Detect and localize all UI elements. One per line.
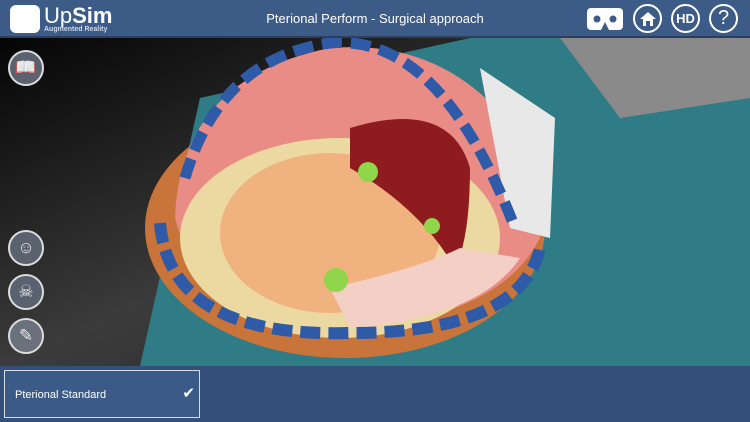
vr-headset-button[interactable] — [587, 8, 623, 30]
skull-icon: ☠ — [18, 282, 34, 301]
brain-layer-button[interactable]: ☺ — [8, 230, 44, 266]
home-button[interactable] — [633, 4, 662, 33]
approach-selector: Pterional Standard ✔ — [0, 366, 750, 422]
option-pterional-standard[interactable]: Pterional Standard ✔ — [4, 370, 200, 418]
skull-layer-button[interactable]: ☠ — [8, 274, 44, 310]
manual-button[interactable]: 📖 — [8, 50, 44, 86]
brain-head-icon: ☺ — [17, 238, 35, 257]
option-label: Pterional Standard — [15, 389, 107, 401]
surgery-step-button[interactable]: ✎ — [8, 318, 44, 354]
hd-button[interactable]: HD — [671, 4, 700, 33]
surgical-model — [0, 37, 750, 366]
vr-headset-icon — [593, 15, 617, 30]
surgical-3d-view[interactable]: 📖 ☺ ☠ ✎ — [0, 37, 750, 366]
checkmark-icon: ✔ — [182, 385, 195, 402]
top-bar: UpSim Augmented Reality Pterional Perfor… — [0, 0, 750, 38]
help-button[interactable]: ? — [709, 4, 738, 33]
book-icon: 📖 — [15, 58, 37, 77]
scalpel-icon: ✎ — [18, 326, 34, 345]
logo-subtitle: Augmented Reality — [44, 26, 108, 33]
home-icon — [639, 11, 656, 26]
